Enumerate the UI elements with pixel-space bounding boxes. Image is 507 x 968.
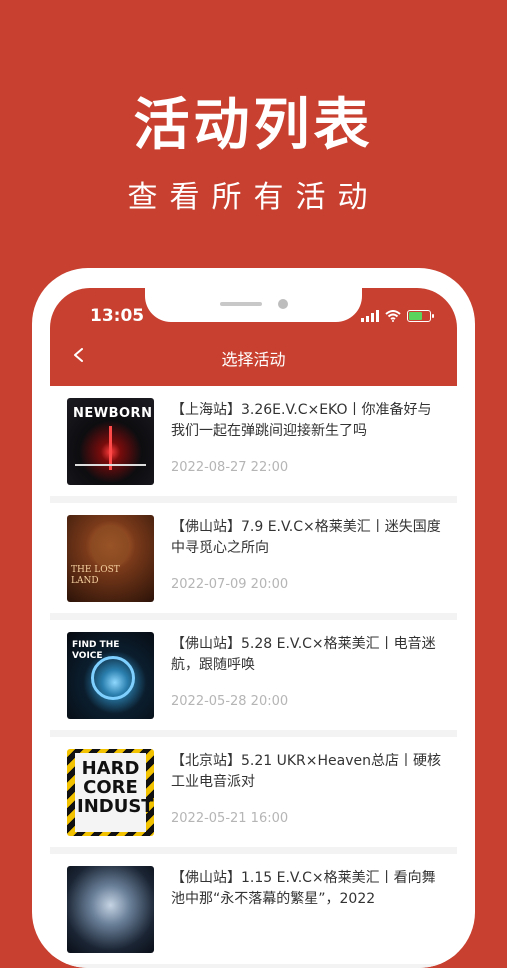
event-date: 2022-07-09 20:00	[171, 577, 289, 592]
event-poster	[67, 866, 154, 953]
event-date: 2022-05-21 16:00	[171, 811, 289, 826]
event-title: 【北京站】5.21 UKR×Heaven总店丨硬核工业电音派对	[171, 753, 441, 790]
battery-icon	[407, 310, 434, 322]
hero-title: 活动列表	[133, 93, 374, 158]
event-card[interactable]: NEWBORN 【上海站】3.26E.V.C×EKO丨你准备好与我们一起在弹跳间…	[50, 386, 457, 496]
event-card[interactable]: THE LOST LAND 【佛山站】7.9 E.V.C×格莱美汇丨迷失国度中寻…	[50, 503, 457, 613]
event-card[interactable]: FIND THE VOICE 【佛山站】5.28 E.V.C×格莱美汇丨电音迷航…	[50, 620, 457, 730]
event-date: 2022-08-27 22:00	[171, 460, 289, 475]
event-card[interactable]: HARD CORE INDUSTRY 【北京站】5.21 UKR×Heaven总…	[50, 737, 457, 847]
event-poster: FIND THE VOICE	[67, 632, 154, 719]
phone-screen: 13:05 选择活动 NEWBORN 【上海站】3.26E.V.C×EKO丨你准…	[50, 288, 457, 968]
event-title: 【上海站】3.26E.V.C×EKO丨你准备好与我们一起在弹跳间迎接新生了吗	[171, 402, 432, 439]
wifi-icon	[385, 310, 401, 322]
event-title: 【佛山站】7.9 E.V.C×格莱美汇丨迷失国度中寻觅心之所向	[171, 519, 441, 556]
signal-icon	[361, 310, 379, 322]
speaker-grille	[220, 302, 262, 306]
hero-subtitle: 查看所有活动	[127, 180, 380, 215]
status-icons	[361, 310, 434, 322]
event-list: NEWBORN 【上海站】3.26E.V.C×EKO丨你准备好与我们一起在弹跳间…	[50, 386, 457, 968]
page-title: 选择活动	[221, 350, 286, 369]
status-time: 13:05	[90, 306, 145, 326]
camera-dot	[278, 299, 288, 309]
event-poster: HARD CORE INDUSTRY	[67, 749, 154, 836]
phone-frame: 13:05 选择活动 NEWBORN 【上海站】3.26E.V.C×EKO丨你准…	[32, 268, 475, 968]
app-header: 13:05 选择活动	[50, 288, 457, 386]
event-title: 【佛山站】1.15 E.V.C×格莱美汇丨看向舞池中那“永不落幕的繁星”，202…	[171, 870, 436, 907]
event-poster: NEWBORN	[67, 398, 154, 485]
event-card[interactable]: 【佛山站】1.15 E.V.C×格莱美汇丨看向舞池中那“永不落幕的繁星”，202…	[50, 854, 457, 964]
phone-notch	[145, 288, 362, 322]
event-date: 2022-05-28 20:00	[171, 694, 289, 709]
event-title: 【佛山站】5.28 E.V.C×格莱美汇丨电音迷航，跟随呼唤	[171, 636, 436, 673]
event-poster: THE LOST LAND	[67, 515, 154, 602]
